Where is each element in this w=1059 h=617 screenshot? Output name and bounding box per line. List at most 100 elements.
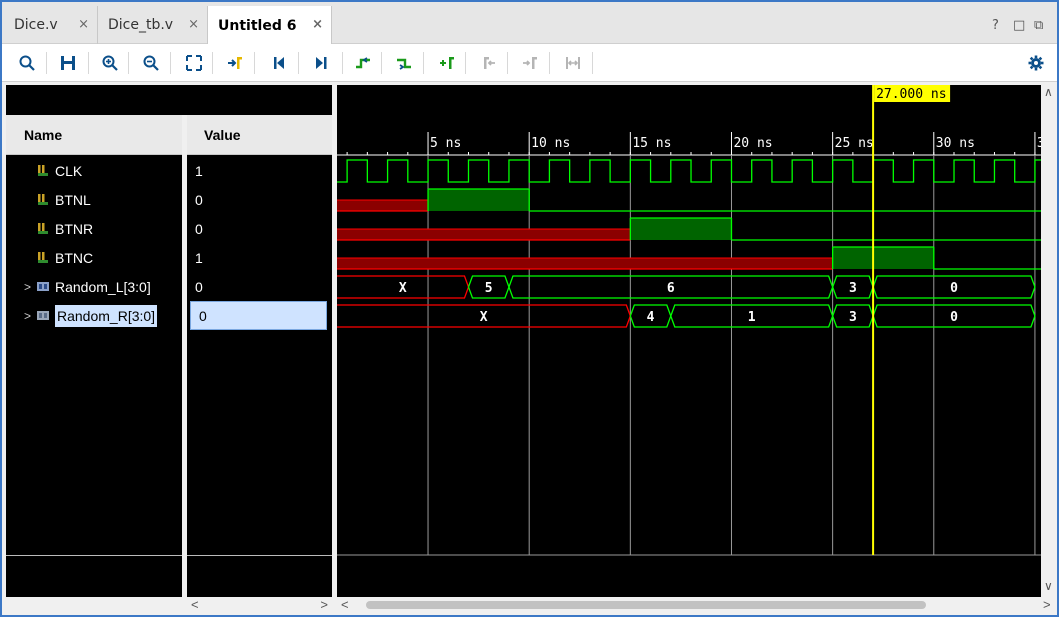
chevron-right-icon[interactable]: > [24, 309, 31, 323]
tab-dice-tb-v[interactable]: Dice_tb.v × [98, 6, 208, 44]
bus-signal-icon [37, 310, 49, 320]
ruler-tick-label: 30 ns [936, 136, 975, 151]
ruler-tick-label: 25 ns [835, 136, 874, 151]
next-marker-icon[interactable] [517, 51, 543, 75]
chevron-down-icon[interactable]: ∨ [1044, 579, 1053, 593]
value-scrollbar[interactable]: < > [187, 597, 332, 613]
scroll-thumb[interactable] [366, 601, 926, 609]
vertical-scrollbar[interactable]: ∧ ∨ [1041, 85, 1057, 597]
signal-value: 1 [187, 243, 327, 272]
random-l-value-label: 6 [667, 281, 675, 296]
value-text: 0 [199, 307, 207, 324]
signal-waves: X 5 6 3 0 X 4 1 3 0 [337, 159, 1041, 328]
random-l-value-label: 3 [849, 281, 857, 296]
grid-lines [337, 155, 1041, 556]
chevron-up-icon[interactable]: ∧ [1044, 85, 1053, 99]
signal-row-btnl[interactable]: BTNL [6, 185, 182, 214]
save-icon[interactable] [55, 51, 81, 75]
tab-dice-v[interactable]: Dice.v × [4, 6, 98, 44]
zoom-fit-icon[interactable] [181, 51, 207, 75]
chevron-right-icon[interactable]: > [24, 280, 31, 294]
random-r-value-label: X [480, 310, 488, 325]
go-to-cursor-icon[interactable] [222, 51, 248, 75]
name-scrollbar[interactable] [6, 597, 182, 613]
waveform-canvas[interactable]: 5 ns 10 ns 15 ns 20 ns 25 ns 30 ns 3 X 5 6 3 0 X 4 1 3… [337, 85, 1041, 597]
bit-signal-icon [38, 193, 48, 205]
signal-row-random-l[interactable]: > Random_L[3:0] [6, 272, 182, 301]
chevron-right-icon[interactable]: > [1043, 597, 1051, 612]
ruler-tick-label: 20 ns [733, 136, 772, 151]
maximize-icon[interactable]: □ [1013, 18, 1025, 33]
value-text: 0 [195, 220, 203, 237]
btnc-x-fill [337, 258, 833, 269]
horizontal-scrollbar[interactable]: < > [337, 597, 1057, 613]
help-icon[interactable]: ? [992, 18, 999, 33]
btnl-high-fill [428, 189, 530, 211]
next-transition-icon[interactable] [391, 51, 417, 75]
signal-row-random-r[interactable]: > Random_R[3:0] [6, 301, 182, 330]
signal-name: CLK [55, 162, 83, 179]
tab-label: Untitled 6 [218, 17, 297, 34]
swap-cursors-icon[interactable] [560, 51, 586, 75]
previous-marker-icon[interactable] [476, 51, 502, 75]
ruler-tick-label: 5 ns [430, 136, 461, 151]
chevron-right-icon[interactable]: > [320, 597, 328, 612]
signal-row-clk[interactable]: CLK [6, 156, 182, 185]
value-text: 1 [195, 249, 203, 266]
signal-name: BTNC [55, 249, 94, 266]
ruler-tick-label: 15 ns [632, 136, 671, 151]
chevron-left-icon[interactable]: < [341, 597, 349, 612]
tab-untitled-6[interactable]: Untitled 6 × [208, 6, 332, 45]
bus-signal-icon [37, 281, 49, 291]
settings-icon[interactable] [1023, 51, 1049, 75]
signal-name: Random_R[3:0] [55, 304, 158, 327]
cursor-time-label: 27.000 ns [876, 87, 946, 102]
add-marker-icon[interactable] [434, 51, 460, 75]
random-r-value-label: 1 [748, 310, 756, 325]
ruler-tick-label: 10 ns [531, 136, 570, 151]
signal-name: BTNL [55, 191, 91, 208]
name-column-header[interactable]: Name [6, 115, 182, 155]
btnl-x-fill [337, 200, 429, 211]
value-text: 1 [195, 162, 203, 179]
btnc-high-fill [832, 247, 934, 269]
list-divider [6, 555, 182, 556]
search-icon[interactable] [14, 51, 40, 75]
random-l-value-label: 0 [950, 281, 958, 296]
random-l-value-label: 5 [485, 281, 493, 296]
waveform-graphic[interactable]: 5 ns 10 ns 15 ns 20 ns 25 ns 30 ns 3 X 5 6 3 0 X 4 1 3… [337, 85, 1041, 597]
signal-row-btnc[interactable]: BTNC [6, 243, 182, 272]
signal-value: 0 [187, 185, 327, 214]
value-text: 0 [195, 191, 203, 208]
bit-signal-icon [38, 222, 48, 234]
bit-signal-icon [38, 164, 48, 176]
name-header-label: Name [24, 126, 63, 143]
waveform-toolbar [2, 44, 1057, 82]
go-to-last-time-icon[interactable] [308, 51, 334, 75]
btnr-high-fill [630, 218, 732, 240]
random-r-value-label: 4 [647, 310, 655, 325]
close-icon[interactable]: × [188, 17, 199, 32]
btnr-x-fill [337, 229, 631, 240]
close-icon[interactable]: × [312, 17, 323, 32]
signal-value: 1 [187, 156, 327, 185]
signal-value: 0 [187, 214, 327, 243]
previous-transition-icon[interactable] [350, 51, 376, 75]
bit-signal-icon [38, 251, 48, 263]
chevron-left-icon[interactable]: < [191, 597, 199, 612]
value-header-label: Value [204, 126, 241, 143]
value-text: 0 [195, 278, 203, 295]
zoom-in-icon[interactable] [97, 51, 123, 75]
go-to-time-0-icon[interactable] [266, 51, 292, 75]
list-divider [187, 555, 332, 556]
signal-name: BTNR [55, 220, 94, 237]
signal-value-selected[interactable]: 0 [190, 301, 327, 330]
zoom-out-icon[interactable] [138, 51, 164, 75]
close-icon[interactable]: × [78, 17, 89, 32]
random-r-value-label: 3 [849, 310, 857, 325]
signal-row-btnr[interactable]: BTNR [6, 214, 182, 243]
tab-label: Dice.v [14, 17, 58, 33]
float-icon[interactable]: ⧉ [1034, 18, 1043, 33]
tab-bar: Dice.v × Dice_tb.v × Untitled 6 × ? □ ⧉ [2, 2, 1057, 45]
value-column-header[interactable]: Value [187, 115, 332, 155]
